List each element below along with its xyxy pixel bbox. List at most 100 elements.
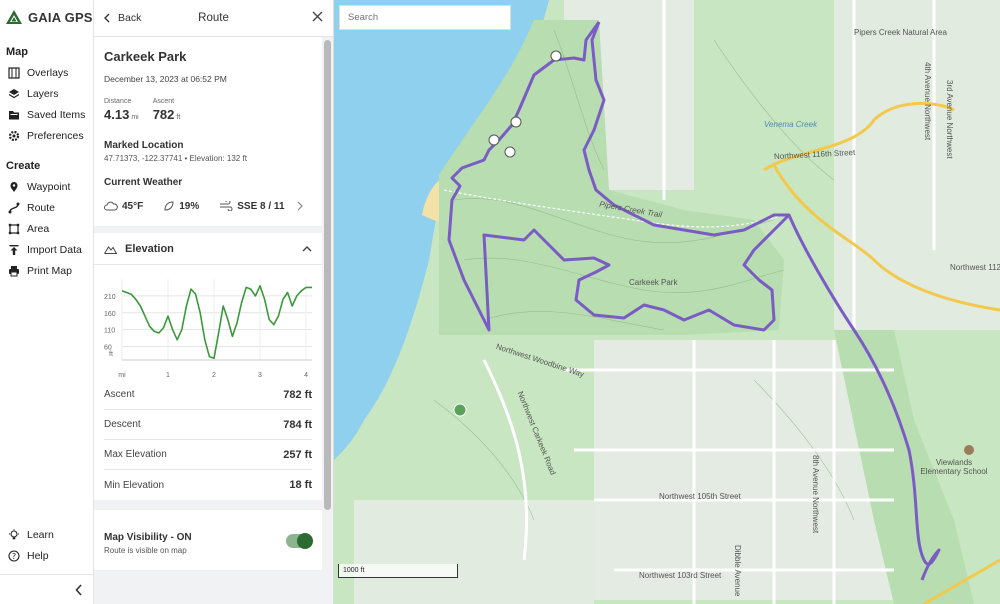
- x-tick-label: mi: [118, 372, 126, 379]
- distance-stat: Distance 4.13 mi: [104, 98, 139, 122]
- elevation-chart[interactable]: 210 160 110 60 ft mi 1 2 3 4: [94, 265, 322, 380]
- nav-bottom: Learn ? Help: [0, 524, 93, 604]
- ascent-unit: ft: [176, 114, 181, 121]
- nav-item-label: Area: [27, 222, 50, 235]
- app-logo[interactable]: GAIA GPS: [0, 0, 93, 34]
- map-label-dibble: Dibble Avenue: [733, 545, 742, 597]
- nav-item-help[interactable]: ? Help: [0, 545, 93, 566]
- map-label-pipers-creek: Pipers Creek Natural Area: [854, 28, 947, 37]
- map-label-112th: Northwest 112th: [950, 263, 1000, 272]
- nav-item-learn[interactable]: Learn: [0, 524, 93, 545]
- ascent-label: Ascent: [152, 98, 175, 105]
- nav-item-label: Preferences: [27, 129, 84, 142]
- map-label-3rd-ave: 3rd Avenue Northwest: [945, 80, 954, 159]
- nav-item-route[interactable]: Route: [0, 197, 93, 218]
- poi-marker: [510, 116, 522, 128]
- map-section-heading: Map: [6, 46, 28, 58]
- route-name: Carkeek Park: [104, 49, 187, 64]
- printer-icon: [9, 265, 19, 276]
- route-stats: Distance 4.13 mi Ascent 782 ft: [104, 98, 312, 122]
- chevron-left-icon: [104, 13, 110, 23]
- nav-item-label: Print Map: [27, 264, 72, 277]
- weather-row[interactable]: 45°F 19% SSE 8 / 11: [104, 196, 312, 216]
- layers-icon: [8, 88, 20, 98]
- nav-item-label: Route: [27, 201, 56, 214]
- chevron-up-icon: [302, 245, 312, 251]
- nav-item-label: Overlays: [27, 66, 69, 79]
- ascent-value: 782: [152, 107, 175, 122]
- marked-location-detail: 47.71373, -122.37741 • Elevation: 132 ft: [104, 154, 247, 163]
- nav-item-preferences[interactable]: Preferences: [0, 125, 93, 146]
- stat-row-max-elevation: Max Elevation 257 ft: [104, 440, 312, 470]
- create-section-heading: Create: [6, 160, 41, 172]
- stat-label: Ascent: [104, 389, 135, 400]
- distance-value: 4.13: [104, 107, 130, 122]
- nav-item-layers[interactable]: Layers: [0, 83, 93, 104]
- precipitation-icon: [164, 201, 174, 211]
- stat-value: 18 ft: [289, 479, 312, 491]
- elevation-series-line: [121, 284, 312, 360]
- stat-value: 782 ft: [283, 388, 312, 401]
- gaia-logo-icon: [6, 10, 22, 24]
- panel-scrollbar[interactable]: [324, 40, 331, 510]
- x-tick-label: 4: [304, 372, 308, 379]
- poi-marker: [504, 146, 516, 158]
- map-search-input[interactable]: [339, 5, 511, 30]
- gear-icon: [8, 130, 20, 141]
- weather-precip: 19%: [179, 200, 200, 212]
- help-icon: ?: [8, 549, 20, 562]
- visibility-subtitle: Route is visible on map: [104, 546, 187, 555]
- map-label-carkeek-park: Carkeek Park: [629, 278, 678, 287]
- y-tick-label: 210: [104, 294, 116, 301]
- back-button[interactable]: Back: [94, 12, 141, 24]
- nav-item-print-map[interactable]: Print Map: [0, 260, 93, 281]
- marked-location: Marked Location 47.71373, -122.37741 • E…: [104, 140, 312, 163]
- weather-temp: 45°F: [122, 200, 144, 212]
- map-canvas[interactable]: [334, 0, 1000, 604]
- upload-icon: [9, 244, 19, 255]
- back-label: Back: [118, 12, 142, 24]
- close-icon[interactable]: [312, 11, 323, 22]
- stat-row-min-elevation: Min Elevation 18 ft: [104, 470, 312, 500]
- distance-label: Distance: [104, 98, 132, 105]
- school-marker: [964, 445, 974, 455]
- route-icon: [8, 202, 20, 213]
- map-view[interactable]: Pipers Creek Natural Area Northwest 116t…: [334, 0, 1000, 604]
- nav-item-saved-items[interactable]: Saved Items: [0, 104, 93, 125]
- map-visibility-card: Map Visibility - ON Route is visible on …: [94, 510, 322, 570]
- elevation-header[interactable]: Elevation: [94, 233, 322, 265]
- app-name: GAIA GPS: [28, 9, 93, 25]
- nav-item-overlays[interactable]: Overlays: [0, 62, 93, 83]
- visibility-toggle[interactable]: [286, 533, 313, 549]
- nav-item-label: Import Data: [27, 243, 82, 256]
- stat-label: Max Elevation: [104, 449, 167, 460]
- lightbulb-icon: [9, 528, 19, 539]
- x-tick-label: 1: [166, 372, 170, 379]
- stat-value: 784 ft: [283, 418, 312, 431]
- elevation-title: Elevation: [125, 242, 174, 255]
- ascent-stat: Ascent 782 ft: [153, 98, 181, 122]
- urban-area: [354, 500, 594, 604]
- map-label-103rd: Northwest 103rd Street: [639, 571, 722, 580]
- collapse-nav-button[interactable]: [0, 574, 93, 604]
- poi-marker: [488, 134, 500, 146]
- nav-item-label: Learn: [27, 528, 54, 541]
- weather-title: Current Weather: [104, 177, 183, 188]
- chevron-left-icon: [75, 583, 82, 596]
- panel-header: Back Route: [94, 0, 333, 37]
- x-tick-label: 3: [258, 372, 262, 379]
- panel-scroll-area[interactable]: Carkeek Park December 13, 2023 at 06:52 …: [94, 37, 322, 604]
- route-panel: Back Route Carkeek Park December 13, 202…: [94, 0, 334, 604]
- nav-item-label: Waypoint: [27, 180, 71, 193]
- nav-item-import-data[interactable]: Import Data: [0, 239, 93, 260]
- wind-icon: [220, 201, 233, 211]
- chevron-right-icon[interactable]: [297, 201, 303, 211]
- overlays-icon: [8, 66, 20, 79]
- folder-icon: [9, 110, 19, 119]
- map-label-8th-ave: 8th Avenue Northwest: [811, 455, 820, 534]
- left-navigation: GAIA GPS Map Overlays Layers Saved Items…: [0, 0, 94, 604]
- nav-item-waypoint[interactable]: Waypoint: [0, 176, 93, 197]
- route-date: December 13, 2023 at 06:52 PM: [104, 74, 227, 84]
- nav-item-area[interactable]: Area: [0, 218, 93, 239]
- pin-icon: [10, 181, 18, 192]
